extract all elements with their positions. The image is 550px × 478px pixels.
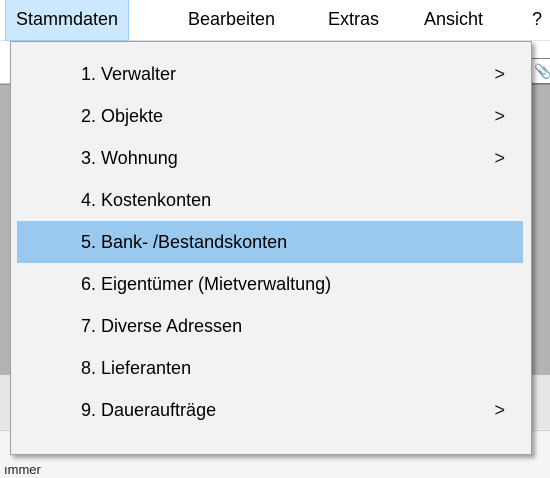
- menu-item-label: 4. Kostenkonten: [81, 190, 212, 210]
- menu-ansicht[interactable]: Ansicht: [414, 0, 493, 40]
- menu-item-wohnung[interactable]: 3. Wohnung >: [17, 137, 523, 179]
- menu-item-label: 6. Eigentümer (Mietverwaltung): [81, 274, 332, 294]
- menu-extras[interactable]: Extras: [318, 0, 389, 40]
- menu-item-label: 8. Lieferanten: [81, 358, 192, 378]
- menu-item-label: 1. Verwalter: [81, 64, 177, 84]
- menu-item-objekte[interactable]: 2. Objekte >: [17, 95, 523, 137]
- menu-item-diverse-adressen[interactable]: 7. Diverse Adressen: [17, 305, 523, 347]
- menu-item-kostenkonten[interactable]: 4. Kostenkonten: [17, 179, 523, 221]
- footer-text: ımmer: [4, 462, 41, 477]
- menu-item-dauerauftraege[interactable]: 9. Daueraufträge >: [17, 389, 523, 431]
- attachment-icon[interactable]: 📎: [531, 58, 550, 84]
- menu-bearbeiten[interactable]: Bearbeiten: [178, 0, 285, 40]
- menu-item-eigentuemer[interactable]: 6. Eigentümer (Mietverwaltung): [17, 263, 523, 305]
- submenu-arrow-icon: >: [494, 64, 505, 84]
- menu-item-bankkonten[interactable]: 5. Bank- /Bestandskonten: [17, 221, 523, 263]
- menu-help[interactable]: ?: [522, 0, 550, 40]
- menu-item-label: 5. Bank- /Bestandskonten: [81, 232, 288, 252]
- menu-item-lieferanten[interactable]: 8. Lieferanten: [17, 347, 523, 389]
- menu-bar: Stammdaten Bearbeiten Extras Ansicht ?: [0, 0, 550, 41]
- menu-item-label: 7. Diverse Adressen: [81, 316, 243, 336]
- submenu-arrow-icon: >: [494, 400, 505, 420]
- stammdaten-dropdown: 1. Verwalter > 2. Objekte > 3. Wohnung >…: [10, 41, 532, 455]
- submenu-arrow-icon: >: [494, 106, 505, 126]
- menu-stammdaten[interactable]: Stammdaten: [4, 0, 130, 41]
- menu-item-verwalter[interactable]: 1. Verwalter >: [17, 53, 523, 95]
- menu-item-label: 9. Daueraufträge: [81, 400, 217, 420]
- submenu-arrow-icon: >: [494, 148, 505, 168]
- menu-item-label: 3. Wohnung: [81, 148, 178, 168]
- menu-item-label: 2. Objekte: [81, 106, 164, 126]
